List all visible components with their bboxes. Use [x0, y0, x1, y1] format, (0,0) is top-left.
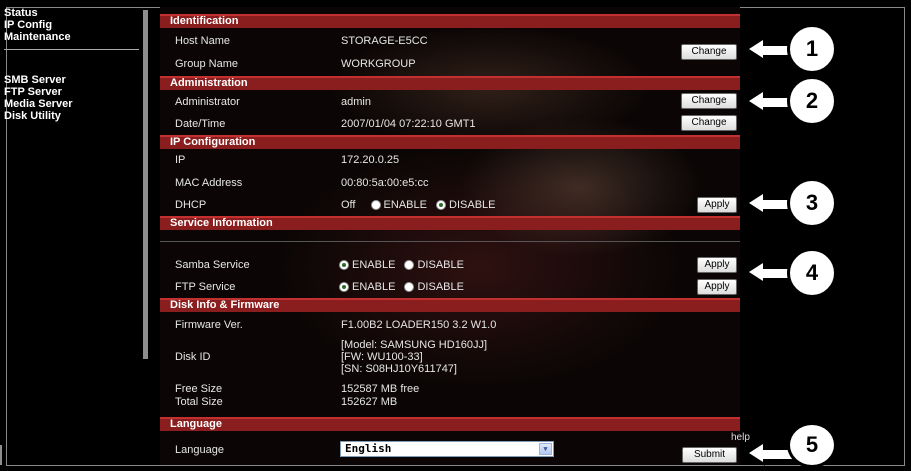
nav-disk-utility[interactable]: Disk Utility: [4, 110, 144, 122]
group-name-label: Group Name: [175, 58, 238, 70]
nav-scroll-bar: [143, 10, 148, 359]
section-service-information: Service Information: [160, 216, 740, 230]
samba-apply-button[interactable]: Apply: [697, 257, 737, 273]
section-administration: Administration: [160, 76, 740, 90]
datetime-label: Date/Time: [175, 118, 226, 130]
administrator-label: Administrator: [175, 96, 240, 108]
samba-disable-radio[interactable]: [404, 260, 415, 271]
host-name-value: STORAGE-E5CC: [341, 35, 428, 47]
samba-disable-label: DISABLE: [417, 259, 464, 271]
samba-enable-radio[interactable]: [339, 260, 349, 271]
administrator-change-button[interactable]: Change: [681, 93, 737, 109]
free-size-value: 152587 MB free: [341, 383, 420, 395]
callout-number: 5: [787, 422, 837, 468]
dhcp-state: Off: [341, 199, 356, 211]
callout-number: 3: [787, 178, 837, 228]
mac-label: MAC Address: [175, 177, 243, 189]
left-nav: Status IP Config Maintenance SMB Server …: [4, 7, 144, 122]
section-ip-configuration: IP Configuration: [160, 135, 740, 149]
firmware-value: F1.00B2 LOADER150 3.2 W1.0: [341, 319, 497, 331]
nav-media-server[interactable]: Media Server: [4, 98, 144, 110]
dhcp-control: Off ENABLE DISABLE: [341, 199, 496, 211]
dhcp-disable-radio[interactable]: [436, 200, 447, 211]
datetime-value: 2007/01/04 07:22:10 GMT1: [341, 118, 476, 130]
group-name-value: WORKGROUP: [341, 58, 416, 70]
disk-id-fw: [FW: WU100-33]: [341, 351, 423, 363]
language-selected-value: English: [345, 442, 392, 455]
disk-id-sn: [SN: S08HJ10Y611747]: [341, 363, 457, 375]
datetime-change-button[interactable]: Change: [681, 115, 737, 131]
language-submit-button[interactable]: Submit: [682, 447, 737, 463]
disk-id-model: [Model: SAMSUNG HD160JJ]: [341, 339, 488, 351]
nav-smb-server[interactable]: SMB Server: [4, 74, 144, 86]
nav-maintenance[interactable]: Maintenance: [4, 31, 144, 43]
ftp-disable-label: DISABLE: [417, 281, 464, 293]
nav-divider: [4, 49, 139, 50]
ftp-enable-radio[interactable]: [339, 282, 349, 293]
samba-service-label: Samba Service: [175, 259, 250, 271]
nav-status[interactable]: Status: [4, 7, 144, 19]
nav-ftp-server[interactable]: FTP Server: [4, 86, 144, 98]
ip-label: IP: [175, 154, 186, 166]
arrow-left-icon: [745, 88, 765, 114]
ftp-enable-label: ENABLE: [352, 281, 396, 293]
firmware-label: Firmware Ver.: [175, 319, 243, 331]
language-select[interactable]: English ▼: [340, 441, 554, 457]
arrow-left-icon: [745, 36, 765, 62]
ip-value: 172.20.0.25: [341, 154, 400, 166]
free-size-label: Free Size: [175, 383, 223, 395]
disk-id-label: Disk ID: [175, 351, 211, 363]
total-size-label: Total Size: [175, 396, 223, 408]
samba-enable-label: ENABLE: [352, 259, 396, 271]
dhcp-enable-label: ENABLE: [383, 199, 427, 211]
dhcp-label: DHCP: [175, 199, 207, 211]
ftp-disable-radio[interactable]: [404, 282, 415, 293]
dhcp-disable-label: DISABLE: [449, 199, 496, 211]
administrator-value: admin: [341, 96, 371, 108]
left-edge-bar: [0, 445, 2, 465]
identification-change-button[interactable]: Change: [681, 44, 737, 60]
section-language: Language: [160, 417, 740, 431]
nav-ip-config[interactable]: IP Config: [4, 19, 144, 31]
status-content: Identification Host Name STORAGE-E5CC Gr…: [160, 7, 750, 465]
host-name-label: Host Name: [175, 35, 231, 47]
arrow-left-icon: [745, 259, 765, 285]
section-disk-info: Disk Info & Firmware: [160, 298, 740, 312]
callout-number: 4: [787, 248, 837, 298]
mac-value: 00:80:5a:00:e5:cc: [341, 177, 429, 189]
service-separator: [160, 241, 740, 242]
section-identification: Identification: [160, 14, 740, 28]
chevron-down-icon[interactable]: ▼: [539, 443, 552, 455]
arrow-left-icon: [745, 440, 765, 466]
samba-service-control: ENABLE DISABLE: [333, 259, 464, 271]
ftp-service-control: ENABLE DISABLE: [333, 281, 464, 293]
dhcp-apply-button[interactable]: Apply: [697, 197, 737, 213]
language-label: Language: [175, 444, 224, 456]
total-size-value: 152627 MB: [341, 396, 398, 408]
ftp-service-label: FTP Service: [175, 281, 236, 293]
dhcp-enable-radio[interactable]: [370, 200, 381, 211]
callout-number: 2: [787, 76, 837, 126]
callout-number: 1: [787, 24, 837, 74]
ftp-apply-button[interactable]: Apply: [697, 279, 737, 295]
arrow-left-icon: [745, 190, 765, 216]
